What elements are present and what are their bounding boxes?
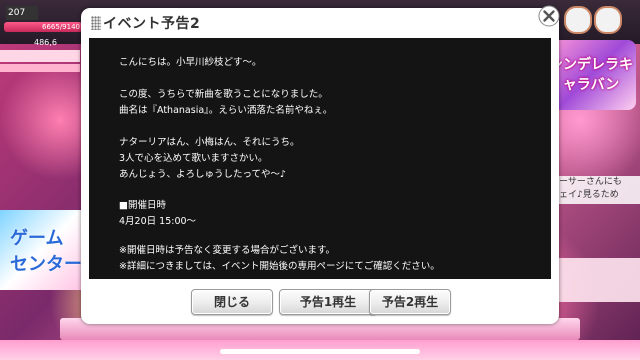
message-paragraph: こんにちは。小早川紗枝どす〜。 bbox=[119, 55, 262, 71]
message-line: ナターリアはん、小梅はん、それにうち。 bbox=[119, 137, 300, 148]
event-preview-dialog: イベント予告2 こんにちは。小早川紗枝どす〜。 この度、うちらで新曲を歌うことに… bbox=[81, 5, 560, 324]
banner-strip bbox=[0, 50, 80, 62]
game-center-banner[interactable]: ゲーム センター bbox=[0, 210, 84, 290]
camera-icon[interactable] bbox=[564, 6, 592, 34]
grip-icon bbox=[91, 16, 101, 30]
idol-message-line: ウェイ♪見るため bbox=[550, 190, 619, 200]
message-line: あんじょう、よろしゅうしたってや〜♪ bbox=[119, 169, 287, 180]
note-line: ※開催日時は予告なく変更する場合がございます。 bbox=[119, 245, 336, 256]
message-line: 曲名は『Athanasia』。えらい洒落た名前やねぇ。 bbox=[119, 105, 333, 116]
dialog-titlebar: イベント予告2 bbox=[81, 5, 560, 38]
stamina-bar: 6665/9140 bbox=[4, 22, 82, 32]
schedule-heading: ■開催日時 bbox=[119, 200, 166, 211]
dialog-message-area: こんにちは。小早川紗枝どす〜。 この度、うちらで新曲を歌うことになりました。 曲… bbox=[89, 38, 551, 279]
close-button[interactable]: 閉じる bbox=[191, 289, 273, 315]
settings-icon[interactable] bbox=[594, 6, 622, 34]
event-banner-right[interactable]: シンデレラキャラバン bbox=[546, 40, 636, 110]
message-paragraph: ナターリアはん、小梅はん、それにうち。 3人で心を込めて歌いますさかい。 あんじ… bbox=[119, 135, 300, 183]
message-line: この度、うちらで新曲を歌うことになりました。 bbox=[119, 89, 328, 100]
message-line: こんにちは。小早川紗枝どす〜。 bbox=[119, 57, 262, 68]
banner-strip-2 bbox=[0, 64, 80, 72]
money-display: 486,6 bbox=[34, 38, 57, 47]
level-badge: 207 bbox=[6, 6, 38, 20]
game-center-label: ゲーム センター bbox=[10, 228, 82, 275]
idol-message: サーサーさんにも ウェイ♪見るため bbox=[546, 176, 640, 204]
schedule-date: 4月20日 15:00〜 bbox=[119, 216, 197, 227]
home-indicator[interactable] bbox=[220, 349, 420, 354]
message-line: 3人で心を込めて歌いますさかい。 bbox=[119, 153, 268, 164]
dialog-title: イベント予告2 bbox=[103, 16, 201, 32]
note-line: ※詳細につきましては、イベント開始後の専用ページにてご確認ください。 bbox=[119, 261, 440, 272]
message-paragraph: この度、うちらで新曲を歌うことになりました。 曲名は『Athanasia』。えら… bbox=[119, 87, 332, 119]
play-preview-2-button[interactable]: 予告2再生 bbox=[369, 289, 451, 315]
mission-menu[interactable] bbox=[552, 258, 640, 302]
notes-block: ※開催日時は予告なく変更する場合がございます。 ※詳細につきましては、イベント開… bbox=[119, 243, 440, 275]
dialog-button-row: 閉じる 予告1再生 予告2再生 bbox=[81, 287, 559, 317]
idol-message-line: サーサーさんにも bbox=[550, 177, 622, 187]
close-icon[interactable] bbox=[538, 5, 560, 27]
schedule-block: ■開催日時 4月20日 15:00〜 bbox=[119, 198, 196, 230]
play-preview-1-button[interactable]: 予告1再生 bbox=[279, 289, 377, 315]
event-banner-label: シンデレラキャラバン bbox=[549, 57, 633, 93]
